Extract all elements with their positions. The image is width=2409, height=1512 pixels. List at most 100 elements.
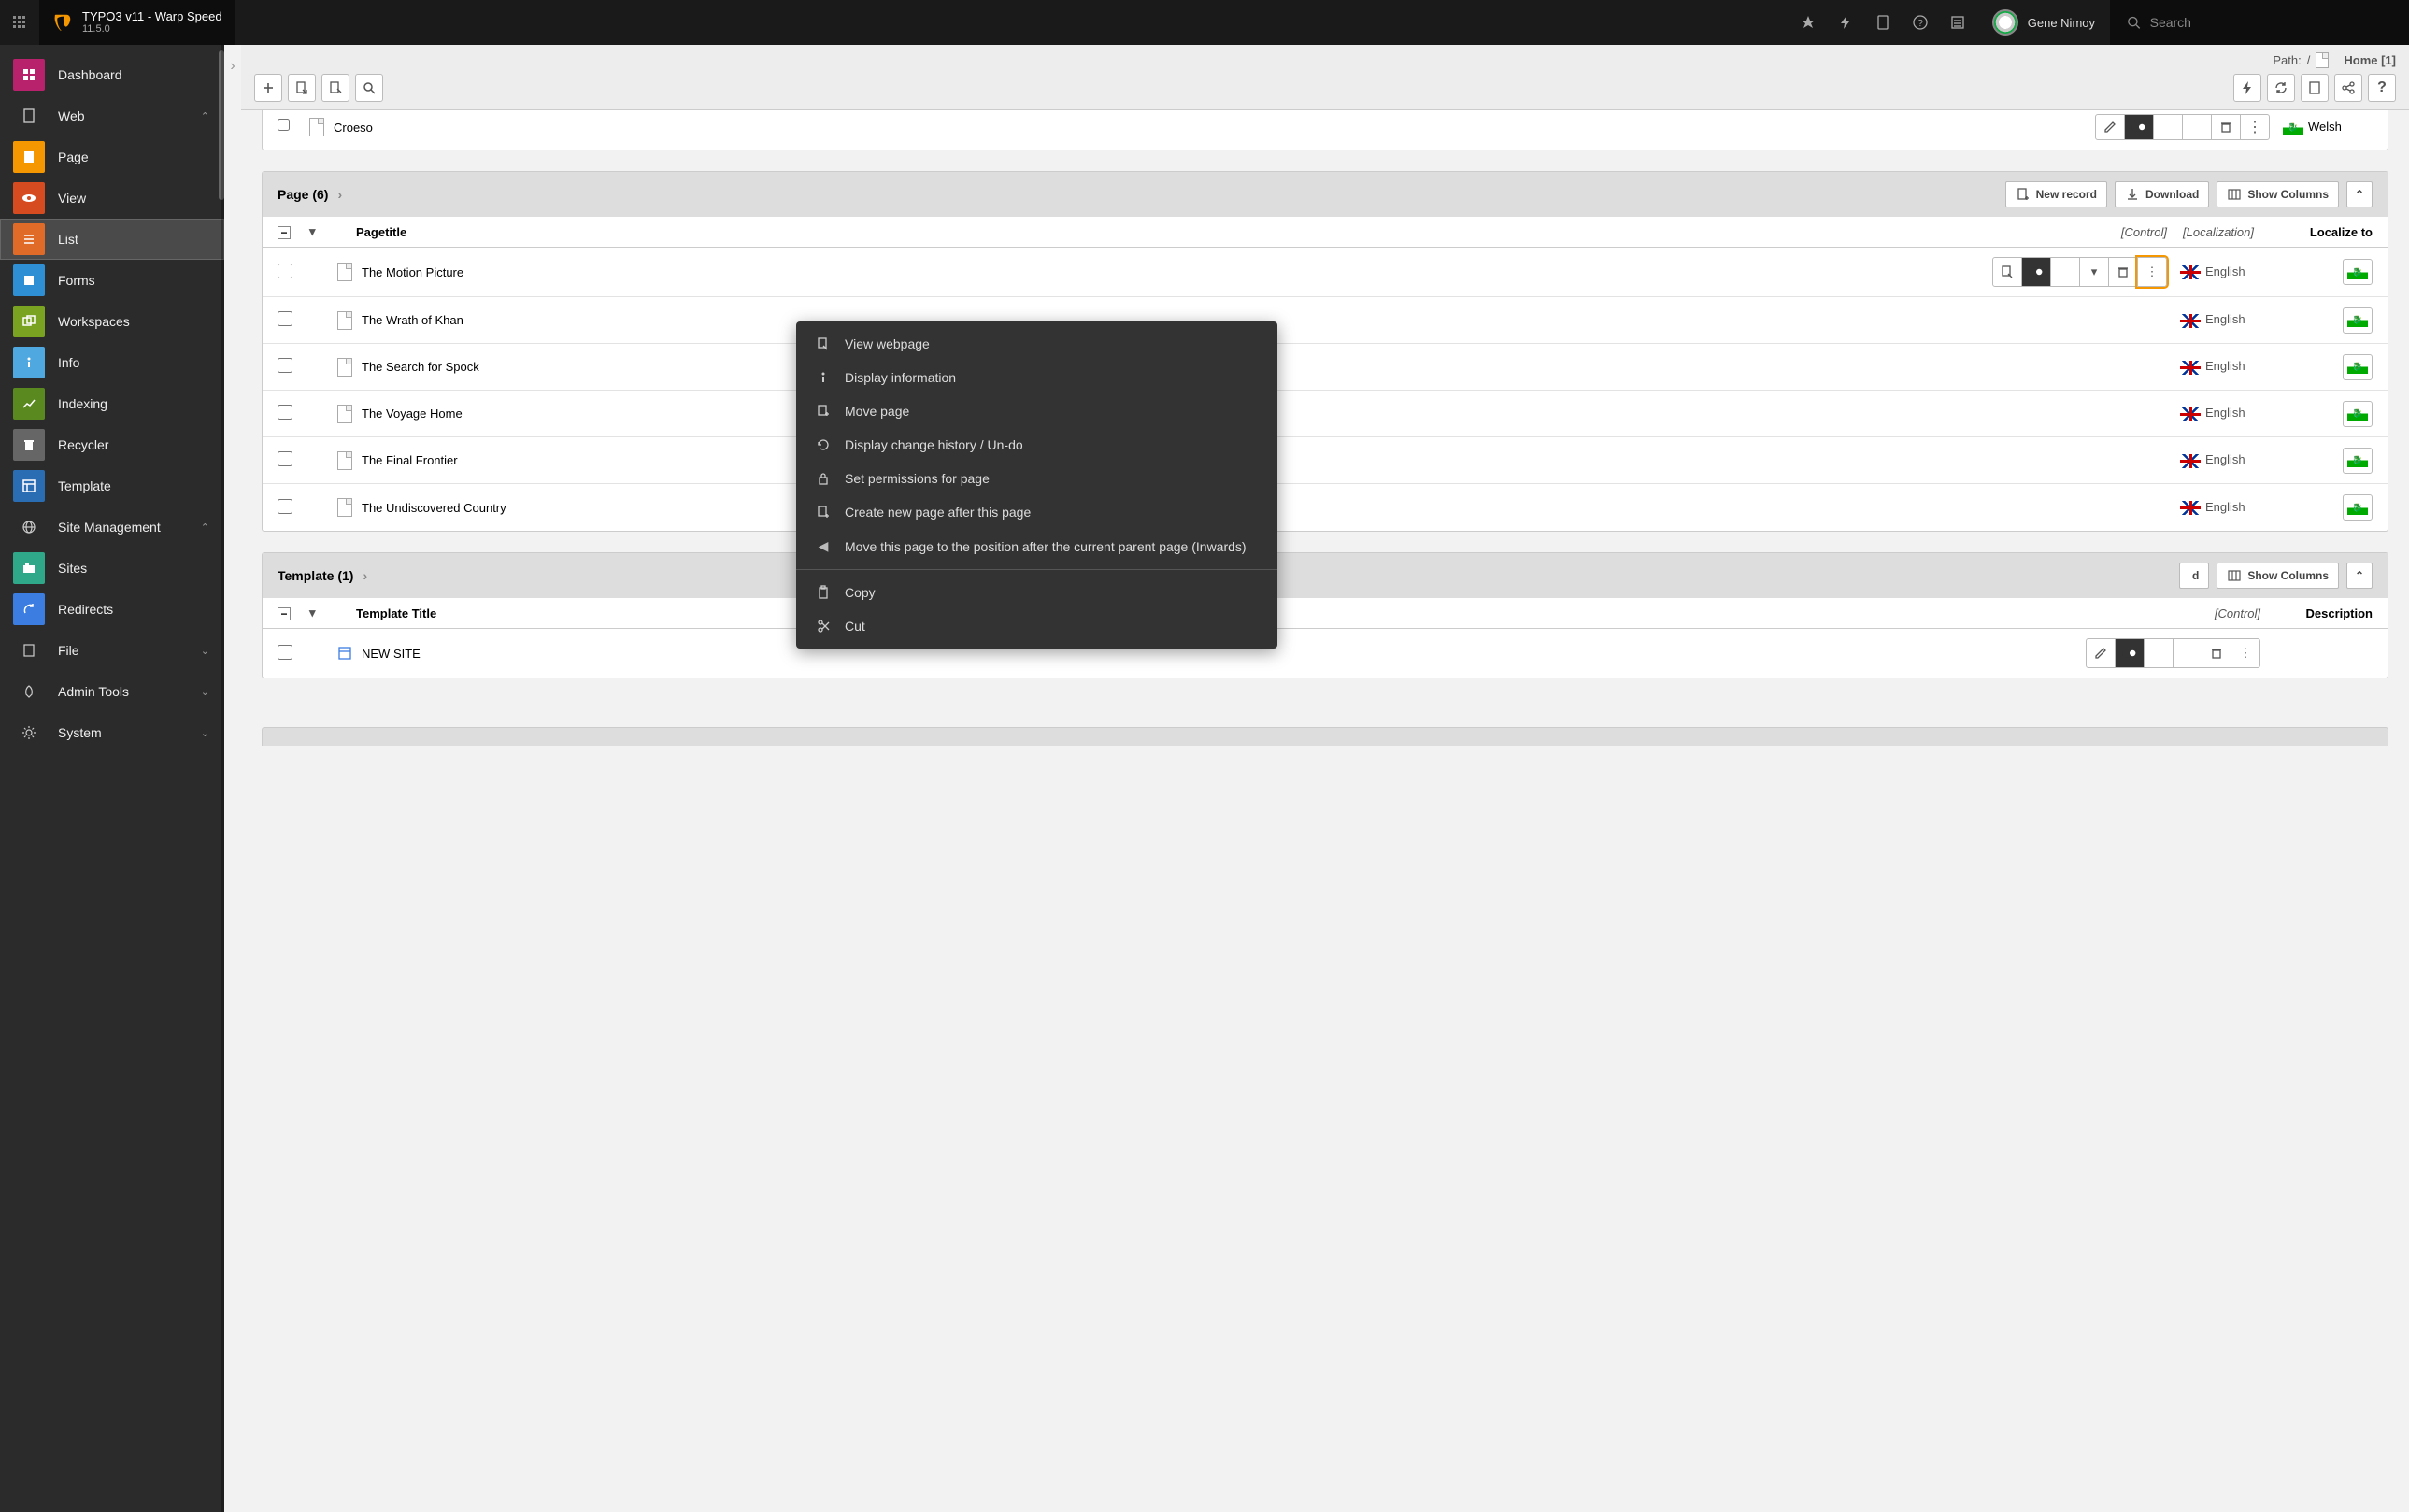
list-icon[interactable] [1949,14,1966,31]
row-checkbox[interactable] [278,119,290,131]
module-view[interactable]: View [0,178,224,219]
module-workspaces[interactable]: Workspaces [0,301,224,342]
row-title[interactable]: The Voyage Home [362,407,463,421]
row-checkbox[interactable] [278,358,292,373]
module-dashboard[interactable]: Dashboard [0,54,224,95]
module-group-file[interactable]: File ⌄ [0,630,224,671]
collapse-all-icon[interactable]: − [278,226,291,239]
toggle-button[interactable] [2124,114,2154,140]
view-page-button[interactable] [288,74,316,102]
cm-cut[interactable]: Cut [796,609,1277,643]
row-title[interactable]: The Search for Spock [362,360,479,374]
bookmark-button[interactable] [2301,74,2329,102]
row-checkbox[interactable] [278,405,292,420]
module-page[interactable]: Page [0,136,224,178]
edit-button[interactable] [2086,638,2116,668]
download-icon [2125,187,2140,202]
module-info[interactable]: Info [0,342,224,383]
caret-down-icon[interactable]: ▾ [309,224,316,238]
module-forms[interactable]: Forms [0,260,224,301]
app-switcher[interactable] [0,15,39,30]
row-title[interactable]: The Final Frontier [362,453,458,467]
cm-display-info[interactable]: Display information [796,361,1277,394]
toggle-button[interactable] [2115,638,2145,668]
collapse-handle[interactable]: › [224,45,241,1512]
edit-button[interactable] [1992,257,2022,287]
more-button[interactable]: ⋮ [2240,114,2270,140]
cm-copy[interactable]: Copy [796,576,1277,609]
module-list[interactable]: List [0,219,224,260]
row-title[interactable]: The Wrath of Khan [362,313,463,327]
collapse-panel-button[interactable]: ⌃ [2346,563,2373,589]
row-checkbox[interactable] [278,451,292,466]
move-down-button[interactable]: ▾ [2079,257,2109,287]
document-icon[interactable] [1874,14,1891,31]
star-icon[interactable] [1800,14,1817,31]
main-content[interactable]: Croeso ⋮ Welsh Pa [241,110,2409,1512]
module-group-web[interactable]: Web ⌃ [0,95,224,136]
localize-welsh-button[interactable] [2343,401,2373,427]
row-checkbox[interactable] [278,645,292,660]
edit-page-button[interactable] [321,74,349,102]
help-icon[interactable]: ? [1912,14,1929,31]
refresh-button[interactable] [2267,74,2295,102]
module-group-site-management[interactable]: Site Management ⌃ [0,506,224,548]
cm-permissions[interactable]: Set permissions for page [796,462,1277,495]
brand-block[interactable]: TYPO3 v11 - Warp Speed 11.5.0 [39,0,235,45]
user-menu[interactable]: Gene Nimoy [1977,9,2110,36]
row-title[interactable]: NEW SITE [362,647,421,661]
localize-welsh-button[interactable] [2343,494,2373,521]
cm-history[interactable]: Display change history / Un-do [796,428,1277,462]
bolt-icon[interactable] [1837,14,1854,31]
module-group-admin-tools[interactable]: Admin Tools ⌄ [0,671,224,712]
module-menu[interactable]: Dashboard Web ⌃ Page View List Forms Wor… [0,45,224,1512]
localize-welsh-button[interactable] [2343,448,2373,474]
row-title[interactable]: The Motion Picture [362,265,463,279]
row-checkbox[interactable] [278,499,292,514]
search-block[interactable] [2110,0,2409,45]
row-checkbox[interactable] [278,311,292,326]
row-title[interactable]: The Undiscovered Country [362,501,506,515]
search-input[interactable] [2150,15,2392,30]
cm-move-page[interactable]: Move page [796,394,1277,428]
delete-button[interactable] [2202,638,2231,668]
cm-view-webpage[interactable]: View webpage [796,327,1277,361]
delete-button[interactable] [2108,257,2138,287]
row-title[interactable]: Croeso [334,121,2095,135]
localize-welsh-button[interactable] [2343,307,2373,334]
collapse-panel-button[interactable]: ⌃ [2346,181,2373,207]
chevron-right-icon[interactable]: › [363,568,367,583]
row-checkbox[interactable] [278,264,292,278]
cm-create-after[interactable]: Create new page after this page [796,495,1277,529]
more-button[interactable]: ⋮ [2231,638,2260,668]
download-button[interactable]: Download [2115,181,2209,207]
module-sites[interactable]: Sites [0,548,224,589]
localize-welsh-button[interactable] [2343,354,2373,380]
show-columns-button[interactable]: Show Columns [2217,563,2339,589]
show-columns-button[interactable]: Show Columns [2217,181,2339,207]
module-redirects[interactable]: Redirects [0,589,224,630]
module-group-system[interactable]: System ⌄ [0,712,224,753]
caret-down-icon[interactable]: ▾ [309,606,316,620]
cache-button[interactable] [2233,74,2261,102]
new-record-button[interactable] [254,74,282,102]
edit-button[interactable] [2095,114,2125,140]
chevron-right-icon[interactable]: › [337,187,342,202]
delete-button[interactable] [2211,114,2241,140]
new-record-button[interactable]: New record [2005,181,2107,207]
redirect-icon [21,602,36,617]
share-button[interactable] [2334,74,2362,102]
download-button[interactable]: d [2179,563,2209,589]
collapse-all-icon[interactable]: − [278,607,291,620]
toggle-button[interactable] [2021,257,2051,287]
more-button[interactable]: ⋮ [2137,257,2167,287]
search-button[interactable] [355,74,383,102]
help-button[interactable]: ? [2368,74,2396,102]
path-page[interactable]: Home [1] [2344,53,2396,67]
localize-welsh-button[interactable] [2343,259,2373,285]
module-indexing[interactable]: Indexing [0,383,224,424]
module-template[interactable]: Template [0,465,224,506]
module-recycler[interactable]: Recycler [0,424,224,465]
cm-move-inwards[interactable]: ◀Move this page to the position after th… [796,529,1277,563]
col-pagetitle[interactable]: Pagetitle [337,225,1980,239]
